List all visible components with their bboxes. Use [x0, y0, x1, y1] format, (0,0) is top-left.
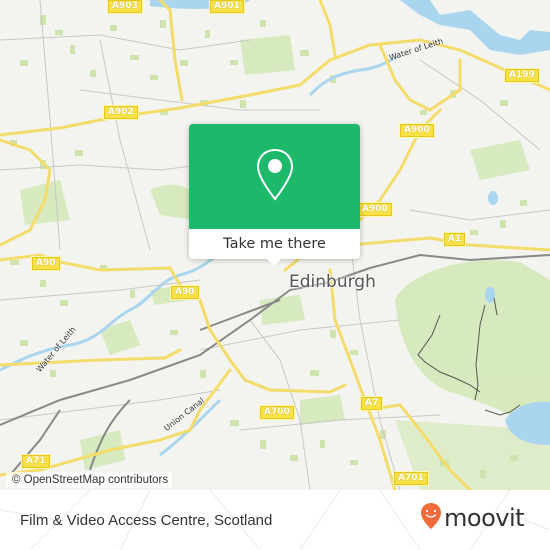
road-label-a90-left: A90: [31, 256, 61, 271]
road-label-a199: A199: [504, 68, 540, 83]
map-view[interactable]: A903 A901 A902 A199 A900 A900 A1 A90 A90…: [0, 0, 550, 490]
road-label-a902: A902: [103, 105, 139, 120]
map-attribution[interactable]: © OpenStreetMap contributors: [6, 472, 173, 488]
road-label-a701: A701: [393, 471, 429, 486]
road-label-a7: A7: [359, 396, 384, 411]
road-label-a71: A71: [21, 454, 51, 469]
location-popup: Take me there: [189, 124, 360, 266]
place-title: Film & Video Access Centre, Scotland: [20, 512, 273, 529]
brand-name: moovit: [444, 504, 525, 532]
road-label-a90-mid: A90: [170, 285, 200, 300]
road-label-a903: A903: [107, 0, 143, 14]
city-label-edinburgh: Edinburgh: [289, 272, 376, 292]
road-label-a900-top: A900: [399, 123, 435, 138]
road-label-a700: A700: [259, 405, 295, 420]
moovit-pin-icon: [420, 502, 442, 534]
footer-bar: Film & Video Access Centre, Scotland moo…: [0, 490, 550, 550]
road-label-a1: A1: [442, 232, 467, 247]
road-label-a901: A901: [209, 0, 245, 14]
road-label-a900-mid: A900: [357, 202, 393, 217]
popup-header: [189, 124, 360, 229]
take-me-there-button[interactable]: Take me there: [189, 229, 360, 259]
moovit-logo[interactable]: moovit: [420, 502, 525, 534]
map-pin-icon: [255, 148, 295, 206]
park-areas: [20, 35, 550, 490]
popup-pointer: [266, 258, 282, 266]
